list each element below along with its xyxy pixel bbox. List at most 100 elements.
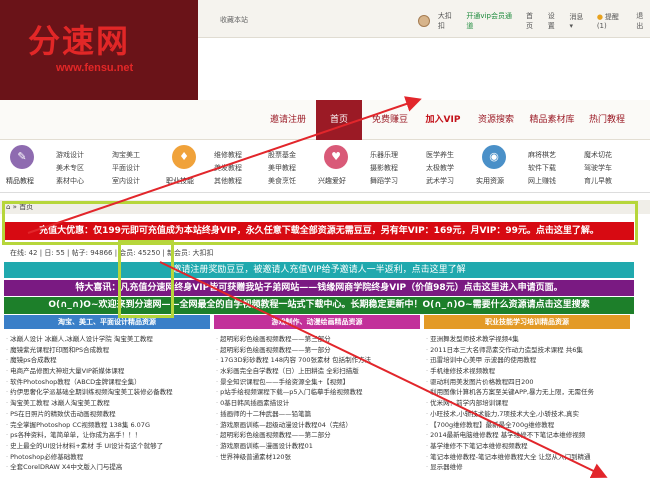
list-item[interactable]: 2014最新电脑维修教程 基学维修不下笔记本维修视频 xyxy=(426,430,630,441)
column-header[interactable]: 游戏制作、动漫绘画精品资源 xyxy=(214,315,420,329)
category-link[interactable]: 医学养生 xyxy=(426,150,454,160)
list-item[interactable]: 基学维修不下笔记本维修视频教程 xyxy=(426,441,630,452)
list-item[interactable]: PS在日照片的精致伏击动画视频教程 xyxy=(6,409,210,420)
nav-earn-beans[interactable]: 免费赚豆 xyxy=(364,100,416,140)
list-item[interactable]: 超明彩彩色绘画视频教程——第一部分 xyxy=(216,345,420,356)
category-link[interactable]: 其他教程 xyxy=(214,176,242,186)
settings-link[interactable]: 设置 xyxy=(548,11,562,31)
category-link[interactable]: 太极教学 xyxy=(426,163,454,173)
heart-icon[interactable]: ♥ xyxy=(324,145,348,169)
category-link[interactable]: 舞蹈学习 xyxy=(370,176,398,186)
list-item[interactable]: 电商产品修图大神班大量VIP新媒体课程 xyxy=(6,366,210,377)
list-item[interactable]: 【700g维修教程】最新最全700g维修教程 xyxy=(426,420,630,431)
list-item[interactable]: Photoshop必修基础教程 xyxy=(6,452,210,463)
list-item[interactable]: 2011日本三大名师昂素交作动力造型技术课程 共6集 xyxy=(426,345,630,356)
list-item[interactable]: p站手绘视频课程下载—p5入门临摹手绘视频教程 xyxy=(216,387,420,398)
category-link[interactable]: 网上赚钱 xyxy=(528,176,556,186)
category-link[interactable]: 平面设计 xyxy=(112,163,140,173)
category-link[interactable]: 美甲教程 xyxy=(268,163,296,173)
column-header[interactable]: 职业技能学习培训精品资源 xyxy=(424,315,630,329)
category-link[interactable]: 维修教程 xyxy=(214,150,242,160)
category-link[interactable]: 育儿早教 xyxy=(584,176,612,186)
list-item[interactable]: 约伊思奢化学派基础全期训练视频淘宝美工装修必备教程 xyxy=(6,387,210,398)
vip-link[interactable]: 开通vip会员通道 xyxy=(466,11,518,31)
category-link[interactable]: 美发教程 xyxy=(214,163,242,173)
welcome-banner[interactable]: O(∩_∩)O~欢迎来到分速网——全网最全的自学视频教程一站式下载中心。长期稳定… xyxy=(4,297,634,314)
list-item[interactable]: 驱动利用美发图片价格教程四日200 xyxy=(426,377,630,388)
category-link[interactable]: 麻将棋艺 xyxy=(528,150,556,160)
category-link[interactable]: 股票基金 xyxy=(268,150,296,160)
list-item[interactable]: 游戏原画训练—漫画设计教程01 xyxy=(216,441,420,452)
home-link[interactable]: 首页 xyxy=(526,11,540,31)
list-item[interactable]: 插画师的十二种武器——铅笔篇 xyxy=(216,409,420,420)
category-label[interactable]: 职业技能 xyxy=(166,176,194,186)
category-link[interactable]: 摄影教程 xyxy=(370,163,398,173)
list-item[interactable]: 超明彩彩色绘画视频教程——第二部分 xyxy=(216,430,420,441)
nav-home[interactable]: 首页 xyxy=(316,100,362,140)
reminder-link[interactable]: 提醒(1) xyxy=(597,12,628,30)
list-item[interactable]: 冰巅人设计 冰巅人,冰巅人设计学院 淘宝美工教程 xyxy=(6,334,210,345)
column-header[interactable]: 淘宝、美工、平面设计精品资源 xyxy=(4,315,210,329)
category-link[interactable]: 美食烹饪 xyxy=(268,176,296,186)
list-item[interactable]: 小旺技术,小轿技术能力,7项技术大全,小轿技术,真实 xyxy=(426,409,630,420)
category-link[interactable]: 素材中心 xyxy=(56,176,84,186)
list-item[interactable]: 完全掌握Photoshop CC视频教程 138集 6.07G xyxy=(6,420,210,431)
category-link[interactable]: 魔术切花 xyxy=(584,150,612,160)
list-item[interactable]: 软件Photoshop教程（ABCD金牌课程全集） xyxy=(6,377,210,388)
list-item[interactable]: 魔镜紫光课程打印图和PS合成教程 xyxy=(6,345,210,356)
list-item[interactable]: 利用图像计算机各方案至关键APP,暴力无上限，无需任务 xyxy=(426,387,630,398)
main-nav: 邀请注册 首页 免费赚豆 加入VIP 资源搜索 精品素材库 热门教程 xyxy=(0,100,650,140)
list-item[interactable]: 笔记本维修教程-笔记本维修教程大全 让您从入门到精通 xyxy=(426,452,630,463)
list-item[interactable]: 游戏原画训练—超级动漫设计教程04（完结） xyxy=(216,420,420,431)
category-label[interactable]: 兴趣爱好 xyxy=(318,176,346,186)
globe-icon[interactable]: ◉ xyxy=(482,145,506,169)
username[interactable]: 大扣扣 xyxy=(438,11,459,31)
home-icon[interactable]: ⌂ » xyxy=(6,203,19,211)
category-link[interactable]: 淘宝美工 xyxy=(112,150,140,160)
category-link[interactable]: 室内设计 xyxy=(112,176,140,186)
list-item[interactable]: 淘宝美工教程 冰巅人淘宝美工教程 xyxy=(6,398,210,409)
list-item[interactable]: ps各种资料，笔简单单，让你成为高手！！！ xyxy=(6,430,210,441)
logout-link[interactable]: 退出 xyxy=(636,11,650,31)
list-item[interactable]: 全套CorelDRAW X4中文版入门与提高 xyxy=(6,462,210,473)
briefcase-icon[interactable]: ♦ xyxy=(172,145,196,169)
list-item[interactable]: 17G3D彩砂教程 148内容 700张素材 包括制作方法 xyxy=(216,355,420,366)
list-item[interactable]: 显示器维修 xyxy=(426,462,630,473)
category-link[interactable]: 乐器乐理 xyxy=(370,150,398,160)
nav-materials[interactable]: 精品素材库 xyxy=(524,100,580,140)
category-link[interactable]: 美术专区 xyxy=(56,163,84,173)
nav-hot-tutorials[interactable]: 热门教程 xyxy=(582,100,632,140)
nav-join-vip[interactable]: 加入VIP xyxy=(418,100,468,140)
vip-promo-banner[interactable]: 充值大优惠：仅199元即可充值成为本站终身VIP，永久任意下载全部资源无需豆豆，… xyxy=(4,222,634,240)
category-link[interactable]: 武术学习 xyxy=(426,176,454,186)
list-item[interactable]: 亚洲舞发型师技术教学视频4集 xyxy=(426,334,630,345)
category-label[interactable]: 实用资源 xyxy=(476,176,504,186)
logo[interactable]: 分速网 www.fensu.net xyxy=(0,0,198,100)
category-link[interactable]: 驾驶学车 xyxy=(584,163,612,173)
stat-newest[interactable]: 新会员: 大扣扣 xyxy=(167,249,214,257)
list-item[interactable]: 手机维修技术视频教程 xyxy=(426,366,630,377)
list-item[interactable]: 魔镜ps合成教程 xyxy=(6,355,210,366)
category-label[interactable]: 精品教程 xyxy=(6,176,34,186)
messages-link[interactable]: 消息 ▾ xyxy=(569,12,588,30)
logo-text: 分速网 xyxy=(28,22,131,60)
avatar[interactable] xyxy=(418,15,430,27)
nav-invite[interactable]: 邀请注册 xyxy=(262,100,314,140)
stat-online: 在线: 42 xyxy=(10,249,38,257)
list-item[interactable]: 史上最全的UI设计材料+素材 手 UI设计有这个就够了 xyxy=(6,441,210,452)
category-link[interactable]: 游戏设计 xyxy=(56,150,84,160)
list-item[interactable]: 迅雷培训中心美甲 示波器的使用教程 xyxy=(426,355,630,366)
invite-banner[interactable]: 邀请注册奖励豆豆，被邀请人充值VIP给予邀请人一半返利，点击这里了解 xyxy=(4,262,634,278)
category-link[interactable]: 软件下载 xyxy=(528,163,556,173)
book-icon[interactable]: ✎ xyxy=(10,145,34,169)
list-item[interactable]: 水彩画完全自学教程（日）上田耕造 全彩扫描版 xyxy=(216,366,420,377)
list-item[interactable]: 景全知识课程包——手绘资源全集+【视频】 xyxy=(216,377,420,388)
favorite-link[interactable]: 收藏本站 xyxy=(220,15,248,25)
nav-search[interactable]: 资源搜索 xyxy=(470,100,522,140)
news-banner[interactable]: 特大喜讯：凡充值分速网终身VIP皆可获赠我站子弟网站——钱缘网商学院终身VIP（… xyxy=(4,280,634,296)
list-item[interactable]: 超明彩彩色绘画视频教程——第三部分 xyxy=(216,334,420,345)
breadcrumb-home[interactable]: 首页 xyxy=(19,203,33,211)
list-item[interactable]: 优米网：前学内部培训课程 xyxy=(426,398,630,409)
list-item[interactable]: 0基日韩风插画素描设计 xyxy=(216,398,420,409)
list-item[interactable]: 世界神级普通素材120张 xyxy=(216,452,420,463)
